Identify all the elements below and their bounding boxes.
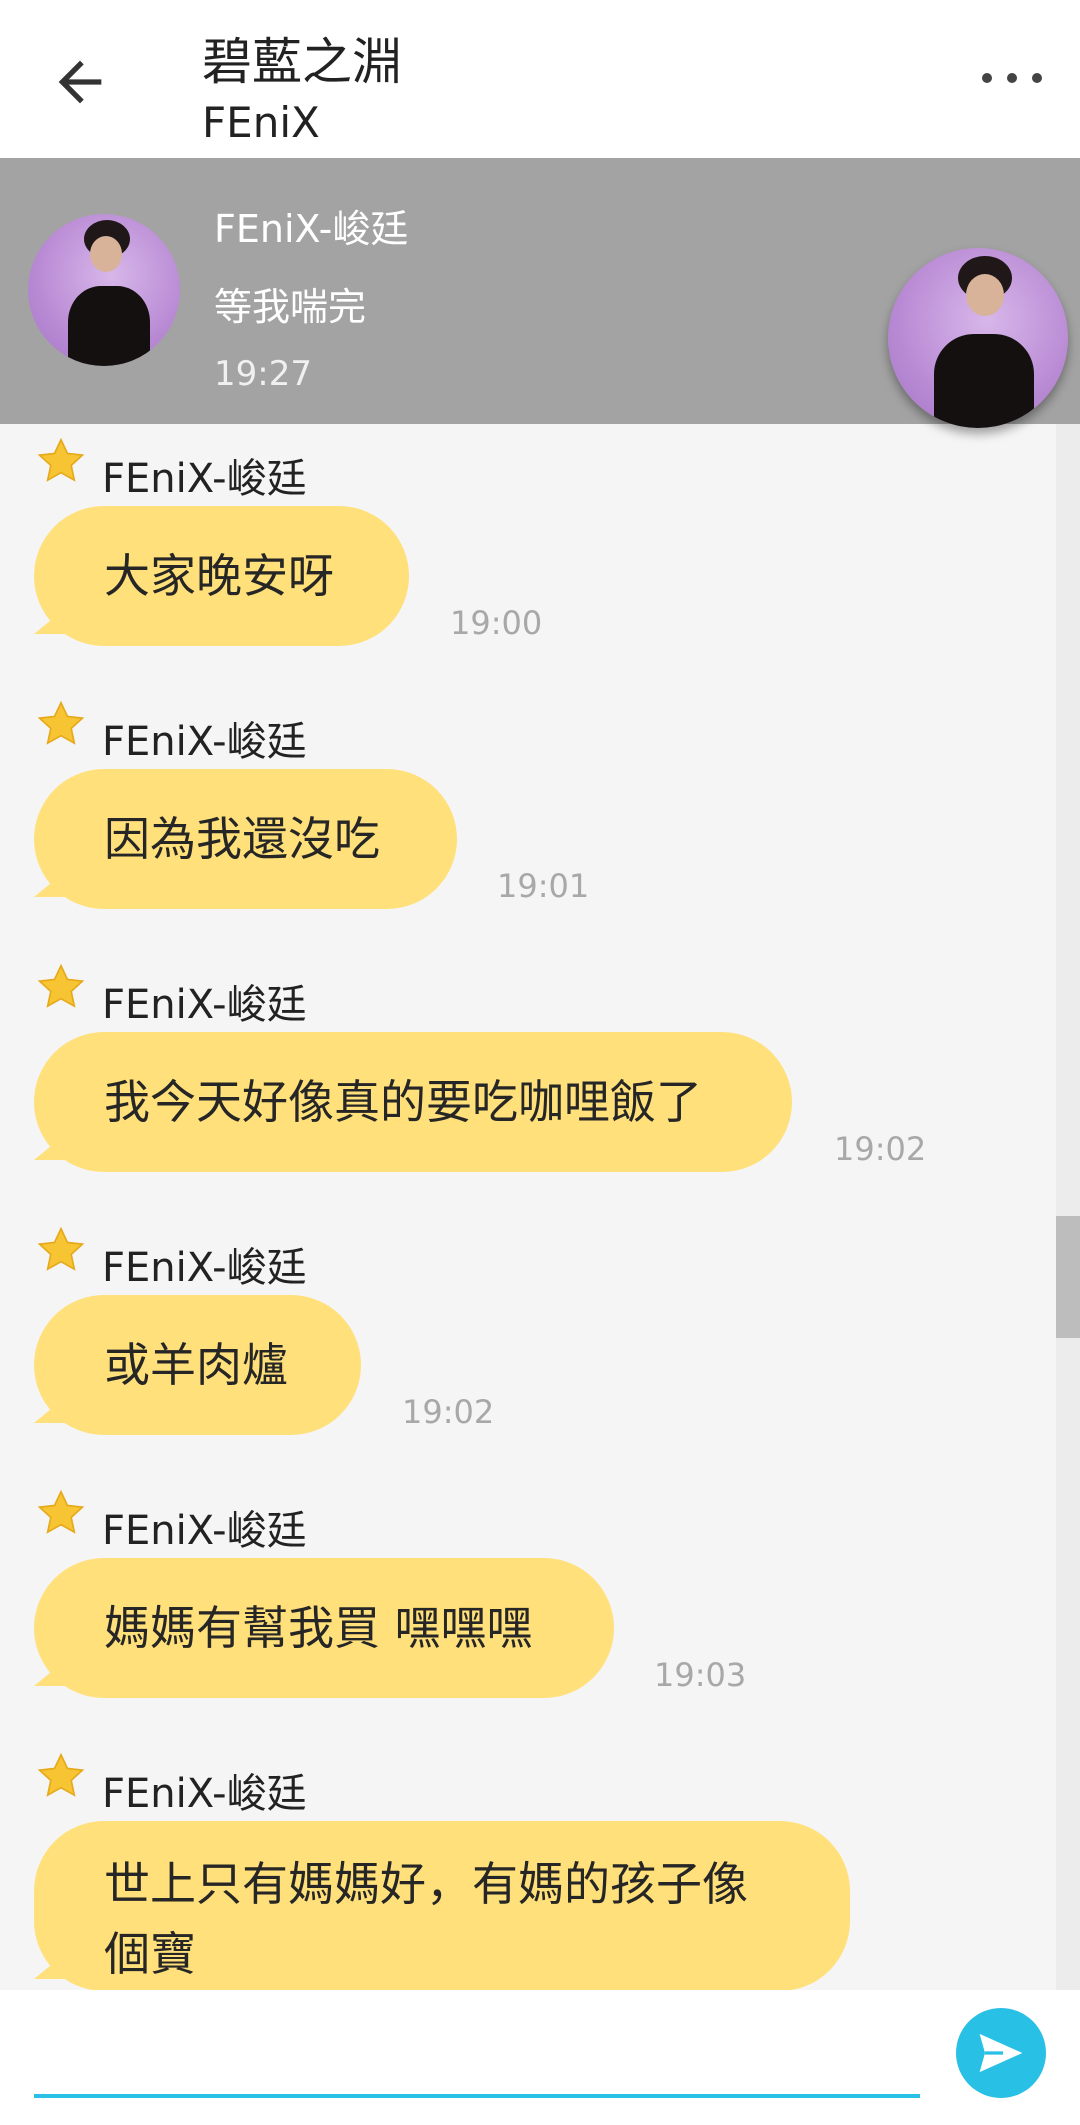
chat-header: 碧藍之淵 FEniX xyxy=(0,0,1080,158)
send-icon xyxy=(979,2033,1023,2073)
sender-name: FEniX-峻廷 xyxy=(102,1245,307,1291)
scrollbar-track[interactable] xyxy=(1056,424,1080,1990)
message-text: 我今天好像真的要吃咖哩飯了 xyxy=(104,1075,702,1129)
message-time: 19:01 xyxy=(497,867,590,905)
sender-name: FEniX-峻廷 xyxy=(102,1508,307,1554)
message-row: FEniX-峻廷 或羊肉爐 19:02 xyxy=(0,1213,1060,1476)
message-text: 大家晚安呀 xyxy=(104,549,334,603)
pinned-message-text: 等我喘完 xyxy=(214,285,367,329)
send-button[interactable] xyxy=(956,2008,1046,2098)
pinned-message-time: 19:27 xyxy=(214,354,312,394)
message-text: 世上只有媽媽好，有媽的孩子像個寶 xyxy=(104,1857,748,1981)
chat-subtitle: FEniX xyxy=(202,98,320,147)
message-row: FEniX-峻廷 大家晚安呀 19:00 xyxy=(0,424,1060,687)
message-row: FEniX-峻廷 世上只有媽媽好，有媽的孩子像個寶 xyxy=(0,1739,1060,1990)
star-icon xyxy=(37,963,85,1008)
message-text: 或羊肉爐 xyxy=(104,1338,288,1392)
star-icon xyxy=(37,700,85,745)
chat-title: 碧藍之淵 xyxy=(202,33,402,91)
message-text: 因為我還沒吃 xyxy=(104,812,380,866)
message-bubble[interactable]: 大家晚安呀 xyxy=(34,506,409,646)
message-bubble[interactable]: 媽媽有幫我買 嘿嘿嘿 xyxy=(34,1558,614,1698)
message-time: 19:00 xyxy=(450,604,543,642)
message-row: FEniX-峻廷 因為我還沒吃 19:01 xyxy=(0,687,1060,950)
message-input-bar xyxy=(0,1990,1080,2125)
star-icon xyxy=(37,1489,85,1534)
message-time: 19:02 xyxy=(834,1130,927,1168)
message-row: FEniX-峻廷 媽媽有幫我買 嘿嘿嘿 19:03 xyxy=(0,1476,1060,1739)
back-button[interactable] xyxy=(48,50,112,114)
sender-name: FEniX-峻廷 xyxy=(102,982,307,1028)
message-row: FEniX-峻廷 我今天好像真的要吃咖哩飯了 19:02 xyxy=(0,950,1060,1213)
message-bubble[interactable]: 因為我還沒吃 xyxy=(34,769,457,909)
message-time: 19:02 xyxy=(402,1393,495,1431)
star-icon xyxy=(37,1226,85,1271)
sender-name: FEniX-峻廷 xyxy=(102,1771,307,1817)
message-input[interactable] xyxy=(34,2008,920,2098)
message-text: 媽媽有幫我買 嘿嘿嘿 xyxy=(104,1601,533,1655)
sender-name: FEniX-峻廷 xyxy=(102,456,307,502)
floating-avatar[interactable] xyxy=(888,248,1068,428)
more-options-button[interactable] xyxy=(982,56,1042,100)
scrollbar-thumb[interactable] xyxy=(1056,1216,1080,1338)
star-icon xyxy=(37,437,85,482)
more-dots-icon xyxy=(982,73,992,83)
message-bubble[interactable]: 世上只有媽媽好，有媽的孩子像個寶 xyxy=(34,1821,850,1990)
message-bubble[interactable]: 或羊肉爐 xyxy=(34,1295,361,1435)
pinned-sender-name: FEniX-峻廷 xyxy=(214,207,409,251)
message-time: 19:03 xyxy=(654,1656,747,1694)
avatar xyxy=(28,214,180,366)
arrow-left-icon xyxy=(58,60,102,104)
message-bubble[interactable]: 我今天好像真的要吃咖哩飯了 xyxy=(34,1032,792,1172)
star-icon xyxy=(37,1752,85,1797)
message-list[interactable]: FEniX-峻廷 大家晚安呀 19:00 FEniX-峻廷 因為我還沒吃 19:… xyxy=(0,424,1080,1990)
sender-name: FEniX-峻廷 xyxy=(102,719,307,765)
